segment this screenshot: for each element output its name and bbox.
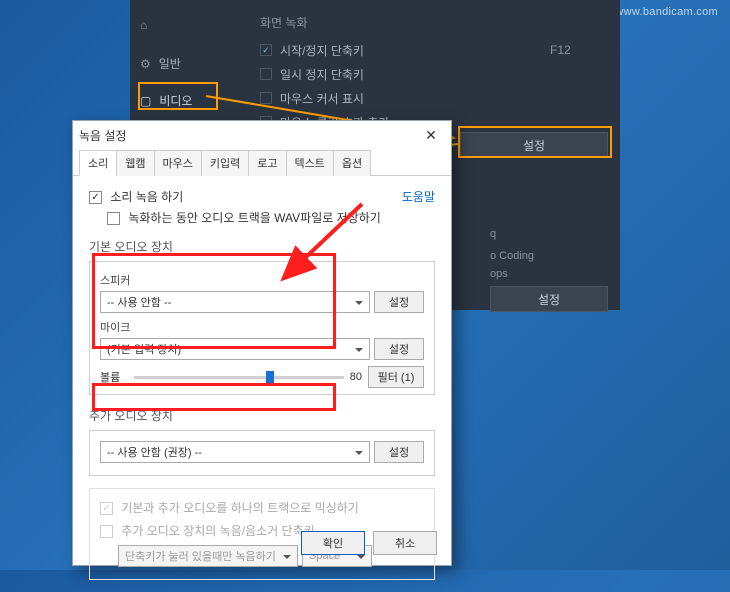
label-mouse-cursor: 마우스 커서 표시 [280,90,364,107]
label-mix-tracks: 기본과 추가 오디오를 하나의 트랙으로 믹싱하기 [121,501,358,515]
secondary-settings-button[interactable]: 설정 [374,441,424,463]
cancel-button[interactable]: 취소 [373,531,437,555]
sidebar-label-general: 일반 [159,55,181,72]
dialog-titlebar: 녹음 설정 ✕ [73,121,451,149]
bg-section-title: 화면 녹화 [260,14,308,31]
speaker-settings-button[interactable]: 설정 [374,291,424,313]
recording-settings-dialog: 녹음 설정 ✕ 소리 웹캠 마우스 키입력 로고 텍스트 옵션 소리 녹음 하기… [72,120,452,566]
tab-webcam[interactable]: 웹캠 [116,150,154,176]
tab-sound[interactable]: 소리 [79,150,117,176]
volume-slider[interactable] [134,368,344,386]
speaker-label: 스피커 [100,272,424,288]
label-pause: 일시 정지 단축키 [280,66,364,83]
tab-text[interactable]: 텍스트 [286,150,334,176]
sidebar-label-video: 비디오 [159,92,192,109]
mic-select[interactable]: (기본 입력 장치) [100,338,370,360]
sidebar-item-general[interactable]: ⚙ 일반 [140,55,181,72]
secondary-value: -- 사용 안함 (권장) -- [107,444,202,460]
label-record-sound: 소리 녹음 하기 [110,190,183,204]
mic-settings-button[interactable]: 설정 [374,338,424,360]
bg-info-line1: q [490,228,496,240]
bg-settings-button-2[interactable]: 설정 [490,286,608,312]
dialog-tabs: 소리 웹캠 마우스 키입력 로고 텍스트 옵션 [73,149,451,176]
mic-value: (기본 입력 장치) [107,341,181,357]
video-icon: ▢ [140,94,151,108]
checkbox-pause[interactable] [260,68,272,80]
sidebar-item-video[interactable]: ▢ 비디오 [140,92,192,109]
checkbox-mix-tracks [100,502,113,515]
tab-options[interactable]: 옵션 [333,150,371,176]
checkbox-mouse-cursor[interactable] [260,92,272,104]
ok-button[interactable]: 확인 [301,531,365,555]
label-save-wav: 녹화하는 동안 오디오 트랙을 WAV파일로 저장하기 [128,211,380,225]
checkbox-record-sound[interactable] [89,191,102,204]
hotkey-f12: F12 [550,43,571,57]
secondary-audio-group: -- 사용 안함 (권장) -- 설정 [89,430,435,476]
primary-audio-group: 스피커 -- 사용 안함 -- 설정 마이크 (기본 입력 장치) 설정 볼륨 [89,261,435,395]
bg-settings-button-1[interactable]: 설정 [460,132,608,158]
volume-value: 80 [350,371,362,383]
secondary-select[interactable]: -- 사용 안함 (권장) -- [100,441,370,463]
tab-logo[interactable]: 로고 [248,150,286,176]
sidebar-section-title: ⌂ [140,18,147,32]
speaker-value: -- 사용 안함 -- [107,294,171,310]
secondary-audio-title: 추가 오디오 장치 [89,407,435,424]
primary-audio-title: 기본 오디오 장치 [89,238,435,255]
help-link[interactable]: 도움말 [402,188,435,205]
volume-label: 볼륨 [100,369,128,385]
checkbox-start-stop[interactable] [260,44,272,56]
tab-mouse[interactable]: 마우스 [154,150,202,176]
speaker-select[interactable]: -- 사용 안함 -- [100,291,370,313]
filter-button[interactable]: 필터 (1) [368,366,424,388]
bg-info-line2: o Coding [490,250,534,262]
tab-keyinput[interactable]: 키입력 [201,150,249,176]
watermark: www.bandicam.com [615,6,718,18]
bg-info-line3: ops [490,268,508,280]
label-start-stop: 시작/정지 단축키 [280,42,364,59]
dialog-title: 녹음 설정 [79,127,127,144]
home-icon: ⌂ [140,18,147,32]
gear-icon: ⚙ [140,57,151,71]
checkbox-save-wav[interactable] [107,212,120,225]
mic-label: 마이크 [100,319,424,335]
close-icon[interactable]: ✕ [417,127,445,144]
